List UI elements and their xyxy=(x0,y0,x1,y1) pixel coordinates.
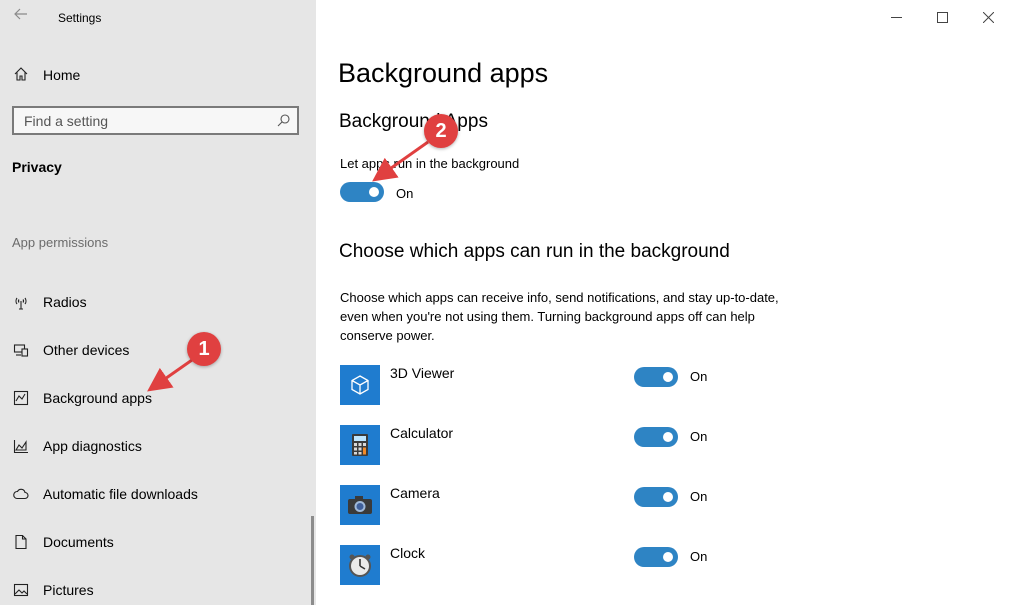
app-toggle-state: On xyxy=(690,549,708,564)
camera-icon xyxy=(340,485,380,525)
app-row-clock: Clock On xyxy=(340,545,990,587)
annotation-badge-1: 1 xyxy=(187,332,221,366)
annotation-badge-2: 2 xyxy=(424,114,458,148)
app-toggle-state: On xyxy=(690,369,708,384)
search-box[interactable] xyxy=(12,106,299,135)
diagnostics-icon xyxy=(12,437,30,455)
sidebar-item-label: Documents xyxy=(43,534,114,550)
sidebar-item-label: Background apps xyxy=(43,390,152,406)
home-icon xyxy=(12,65,30,83)
page-title: Background apps xyxy=(338,58,549,88)
app-toggle-state: On xyxy=(690,429,708,444)
search-icon xyxy=(277,114,290,127)
document-icon xyxy=(12,533,30,551)
sidebar-item-app-diagnostics[interactable]: App diagnostics xyxy=(0,430,316,462)
radio-tower-icon xyxy=(12,293,30,311)
cloud-icon xyxy=(12,485,30,503)
sidebar-item-documents[interactable]: Documents xyxy=(0,526,316,558)
cube-icon xyxy=(340,365,380,405)
maximize-icon xyxy=(936,11,948,23)
let-apps-label: Let apps run in the background xyxy=(340,156,520,171)
app-name: Calculator xyxy=(390,425,454,441)
app-name: Camera xyxy=(390,485,440,501)
sidebar-item-pictures[interactable]: Pictures xyxy=(0,574,316,605)
window-controls xyxy=(873,0,1011,34)
app-toggle[interactable] xyxy=(634,487,678,507)
app-row-3d-viewer: 3D Viewer On xyxy=(340,365,990,407)
devices-icon xyxy=(12,341,30,359)
app-toggle[interactable] xyxy=(634,427,678,447)
sidebar-item-label: App diagnostics xyxy=(43,438,142,454)
back-button[interactable] xyxy=(10,6,32,28)
app-row-camera: Camera On xyxy=(340,485,990,527)
toggle-knob xyxy=(369,187,379,197)
toggle-knob xyxy=(663,492,673,502)
section-title-background-apps: Background Apps xyxy=(339,111,488,132)
window-title: Settings xyxy=(58,11,102,25)
back-arrow-icon xyxy=(14,8,27,20)
toggle-knob xyxy=(663,432,673,442)
search-input[interactable] xyxy=(14,108,264,133)
minimize-icon xyxy=(890,16,902,18)
picture-icon xyxy=(12,581,30,599)
sidebar-item-label: Pictures xyxy=(43,582,94,598)
sidebar-item-background-apps[interactable]: Background apps xyxy=(0,382,316,414)
app-toggle[interactable] xyxy=(634,547,678,567)
sidebar-item-automatic-file-downloads[interactable]: Automatic file downloads xyxy=(0,478,316,510)
app-name: 3D Viewer xyxy=(390,365,455,381)
maximize-button[interactable] xyxy=(919,0,965,34)
sidebar-item-label: Radios xyxy=(43,294,87,310)
master-background-toggle[interactable] xyxy=(340,182,384,202)
close-button[interactable] xyxy=(965,0,1011,34)
app-row-calculator: Calculator On xyxy=(340,425,990,467)
sidebar-item-other-devices[interactable]: Other devices xyxy=(0,334,316,366)
toggle-knob xyxy=(663,372,673,382)
sidebar-item-label: Automatic file downloads xyxy=(43,486,198,502)
title-bar: Settings xyxy=(0,0,316,36)
sidebar-item-label: Other devices xyxy=(43,342,130,358)
close-icon xyxy=(982,11,994,23)
main-content: Background apps Background Apps Let apps… xyxy=(316,0,1011,605)
minimize-button[interactable] xyxy=(873,0,919,34)
app-toggle[interactable] xyxy=(634,367,678,387)
toggle-knob xyxy=(663,552,673,562)
nav-home-label: Home xyxy=(43,67,81,83)
sidebar-scrollbar[interactable] xyxy=(311,516,314,605)
app-toggle-state: On xyxy=(690,489,708,504)
sidebar: Settings Home Privacy App permissions Ra… xyxy=(0,0,316,605)
section-title-privacy: Privacy xyxy=(12,159,62,175)
clock-icon xyxy=(340,545,380,585)
background-apps-icon xyxy=(12,389,30,407)
master-toggle-state: On xyxy=(396,186,414,201)
nav-home[interactable]: Home xyxy=(0,58,316,90)
calculator-icon xyxy=(340,425,380,465)
group-label-app-permissions: App permissions xyxy=(12,235,109,250)
section-title-choose-apps: Choose which apps can run in the backgro… xyxy=(339,241,730,262)
sidebar-item-radios[interactable]: Radios xyxy=(0,286,316,318)
app-name: Clock xyxy=(390,545,426,561)
section-description: Choose which apps can receive info, send… xyxy=(340,290,779,343)
